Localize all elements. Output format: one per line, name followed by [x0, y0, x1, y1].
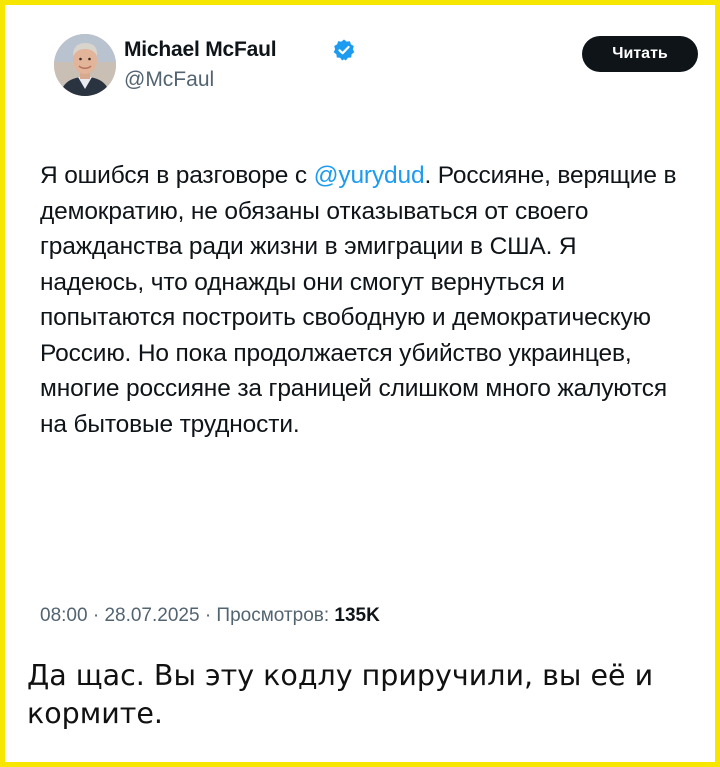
tweet-card: Michael McFaul @McFaul Читать Я ошибся в… [10, 10, 712, 630]
avatar[interactable] [54, 34, 116, 96]
tweet-text: Я ошибся в разговоре с @yurydud. Россиян… [40, 158, 680, 442]
tweet-text-before-mention: Я ошибся в разговоре с [40, 162, 314, 189]
author-handle[interactable]: @McFaul [124, 68, 214, 92]
tweet-time[interactable]: 08:00 [40, 605, 88, 626]
tweet-meta: 08:00 · 28.07.2025 · Просмотров: 135K [40, 605, 380, 627]
tweet-text-after-mention: . Россияне, верящие в демократию, не обя… [40, 162, 677, 438]
verified-badge-icon [332, 38, 356, 62]
author-name[interactable]: Michael McFaul [124, 38, 277, 62]
screenshot-frame: Michael McFaul @McFaul Читать Я ошибся в… [0, 0, 720, 767]
read-button[interactable]: Читать [582, 36, 698, 72]
tweet-date[interactable]: 28.07.2025 [104, 605, 199, 626]
caption-text: Да щас. Вы эту кодлу приручили, вы её и … [27, 659, 654, 730]
views-count: 135K [334, 605, 380, 626]
meta-separator: · [92, 605, 105, 626]
views-label: Просмотров: [216, 605, 330, 626]
meta-separator: · [204, 605, 217, 626]
mention-link[interactable]: @yurydud [314, 162, 425, 189]
